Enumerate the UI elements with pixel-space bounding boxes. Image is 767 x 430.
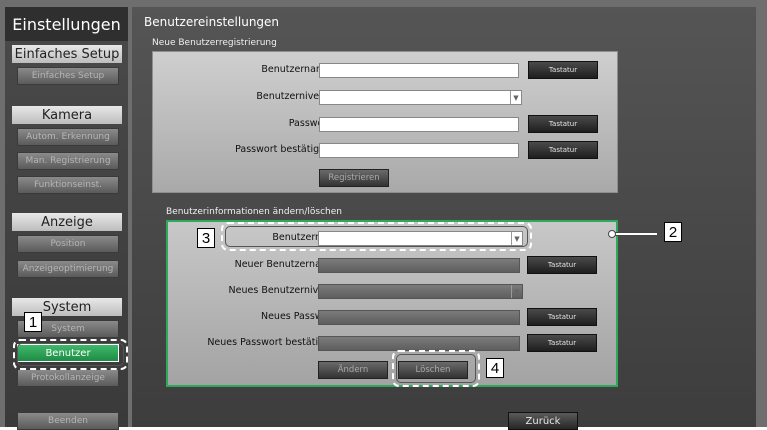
callout-highlight-benutzer [13, 339, 128, 370]
sidebar-title: Einstellungen [5, 7, 128, 41]
section-header-kamera: Kamera [12, 106, 122, 124]
callout-number-1: 1 [24, 312, 42, 332]
confirm-new-password-label: Neues Passwort bestätigen [207, 337, 336, 348]
callout-leader-dot-2 [608, 230, 616, 238]
change-button[interactable]: Ändern [318, 361, 388, 379]
keyboard-button-confirm-new[interactable]: Tastatur [527, 334, 597, 352]
edit-group-label: Benutzerinformationen ändern/löschen [166, 207, 342, 217]
sidebar-item-man-registrierung[interactable]: Man. Registrierung [17, 152, 119, 170]
keyboard-button-new-password[interactable]: Tastatur [527, 308, 597, 326]
keyboard-button-new-username[interactable]: Tastatur [527, 256, 597, 274]
register-panel: Benutzername Tastatur Benutzerniveau ▼ P… [152, 51, 618, 193]
page-title: Benutzereinstellungen [144, 15, 280, 29]
new-password-field[interactable] [318, 310, 520, 325]
back-button[interactable]: Zurück [508, 412, 578, 430]
keyboard-button-confirm[interactable]: Tastatur [528, 141, 598, 159]
sidebar-item-einfaches-setup[interactable]: Einfaches Setup [17, 67, 119, 85]
sidebar-item-autom-erkennung[interactable]: Autom. Erkennung [17, 128, 119, 146]
keyboard-button-username[interactable]: Tastatur [528, 61, 598, 79]
level-select[interactable]: ▼ [319, 90, 522, 105]
register-button[interactable]: Registrieren [319, 169, 389, 187]
callout-number-3: 3 [197, 228, 215, 248]
password-field[interactable] [319, 117, 519, 132]
confirm-new-password-field[interactable] [318, 336, 520, 351]
keyboard-button-password[interactable]: Tastatur [528, 115, 598, 133]
callout-leader-2 [615, 232, 657, 236]
callout-highlight-loeschen [392, 350, 480, 387]
exit-button[interactable]: Beenden [17, 412, 119, 430]
confirm-password-label: Passwort bestätigen [235, 144, 331, 155]
sidebar-item-funktionseinst[interactable]: Funktionseinst. [17, 176, 119, 194]
register-group-label: Neue Benutzerregistrierung [152, 38, 277, 48]
section-header-anzeige: Anzeige [12, 213, 122, 231]
sidebar-item-anzeigeoptimierung[interactable]: Anzeigeoptimierung [17, 260, 119, 278]
callout-highlight-benutzername [221, 222, 532, 251]
app-frame: Einstellungen Einfaches Setup Einfaches … [0, 0, 767, 430]
callout-number-2: 2 [664, 222, 682, 242]
confirm-password-field[interactable] [319, 143, 519, 158]
sidebar-item-protokollanzeige[interactable]: Protokollanzeige [17, 369, 119, 387]
username-field[interactable] [319, 63, 519, 78]
new-level-select[interactable]: ▼ [318, 284, 523, 299]
sidebar-item-position[interactable]: Position [17, 235, 119, 253]
section-header-einfaches-setup: Einfaches Setup [12, 45, 122, 63]
chevron-down-icon: ▼ [510, 91, 521, 104]
callout-number-4: 4 [486, 358, 504, 378]
new-username-field[interactable] [318, 258, 520, 273]
chevron-down-icon: ▼ [511, 285, 522, 298]
